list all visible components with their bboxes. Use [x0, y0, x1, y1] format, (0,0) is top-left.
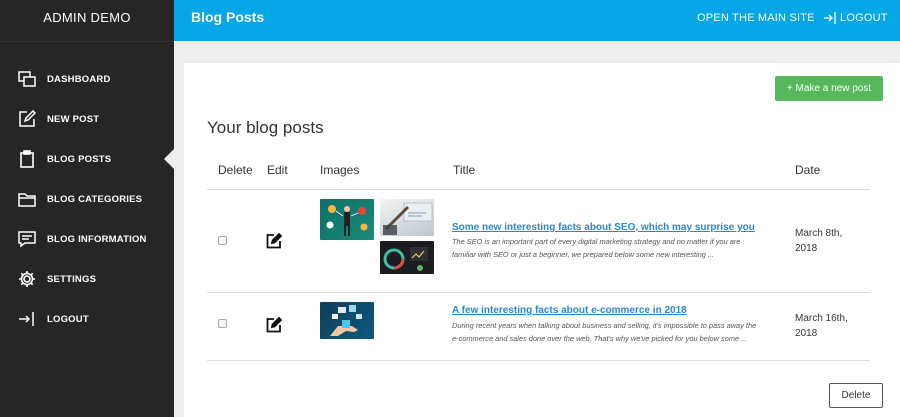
section-title: Your blog posts [207, 118, 324, 137]
sidebar-item-settings[interactable]: SETTINGS [0, 259, 174, 299]
delete-button[interactable]: Delete [829, 383, 883, 408]
column-header-title: Title [453, 163, 476, 177]
table-header: Delete Edit Images Title Date [207, 163, 870, 190]
post-excerpt: During recent years when talking about b… [452, 321, 757, 343]
post-image-seo-illustration [320, 199, 374, 240]
logout-icon [824, 12, 836, 24]
delete-checkbox[interactable] [218, 319, 227, 328]
sidebar-item-label: BLOG CATEGORIES [47, 193, 143, 205]
post-excerpt: The SEO is an important part of every di… [452, 237, 741, 259]
chat-icon [18, 230, 36, 248]
sidebar-item-logout[interactable]: LOGOUT [0, 299, 174, 339]
sidebar-item-label: LOGOUT [47, 313, 89, 325]
column-header-images: Images [320, 163, 360, 177]
post-title-link[interactable]: Some new interesting facts about SEO, wh… [452, 222, 755, 233]
logout-icon [18, 310, 36, 328]
column-header-edit: Edit [267, 163, 288, 177]
sidebar: ADMIN DEMO DASHBOARD NEW POST BLOG POSTS… [0, 0, 174, 417]
gear-icon [18, 270, 36, 288]
sidebar-item-label: BLOG POSTS [47, 153, 112, 165]
sidebar-item-new-post[interactable]: NEW POST [0, 99, 174, 139]
edit-icon[interactable] [266, 232, 283, 249]
post-date: March 16th, 2018 [795, 313, 848, 339]
clipboard-icon [18, 150, 36, 168]
post-title-link[interactable]: A few interesting facts about e-commerce… [452, 305, 687, 316]
folder-icon [18, 190, 36, 208]
open-main-site-link[interactable]: OPEN THE MAIN SITE [697, 12, 815, 24]
sidebar-item-blog-posts[interactable]: BLOG POSTS [0, 139, 174, 179]
sidebar-item-label: DASHBOARD [47, 73, 111, 85]
column-header-delete: Delete [218, 163, 253, 177]
sidebar-item-label: SETTINGS [47, 273, 97, 285]
sidebar-item-blog-information[interactable]: BLOG INFORMATION [0, 219, 174, 259]
sidebar-item-label: BLOG INFORMATION [47, 233, 147, 245]
topbar-logout-link[interactable]: LOGOUT [824, 12, 888, 24]
delete-checkbox[interactable] [218, 236, 227, 245]
topbar-logout-label: LOGOUT [840, 12, 888, 24]
post-image-analytics-charts [380, 241, 434, 274]
make-new-post-button[interactable]: + Make a new post [775, 76, 883, 101]
brand-title: ADMIN DEMO [0, 0, 174, 42]
sidebar-item-blog-categories[interactable]: BLOG CATEGORIES [0, 179, 174, 219]
sidebar-item-dashboard[interactable]: DASHBOARD [0, 59, 174, 99]
topbar: Blog Posts OPEN THE MAIN SITE LOGOUT [174, 0, 900, 41]
page-title: Blog Posts [191, 9, 265, 25]
sidebar-nav: DASHBOARD NEW POST BLOG POSTS BLOG CATEG… [0, 59, 174, 339]
post-image-laptop-desk [380, 199, 434, 236]
table-row: A few interesting facts about e-commerce… [207, 293, 870, 361]
post-date: March 8th, 2018 [795, 228, 843, 254]
sidebar-item-label: NEW POST [47, 113, 100, 125]
column-header-date: Date [795, 163, 821, 177]
edit-icon [18, 110, 36, 128]
edit-icon[interactable] [266, 316, 283, 333]
dashboard-icon [18, 70, 36, 88]
post-image-ecommerce-hand [320, 302, 374, 339]
posts-card: + Make a new post Your blog posts Delete… [184, 63, 900, 417]
table-row: Some new interesting facts about SEO, wh… [207, 191, 870, 293]
